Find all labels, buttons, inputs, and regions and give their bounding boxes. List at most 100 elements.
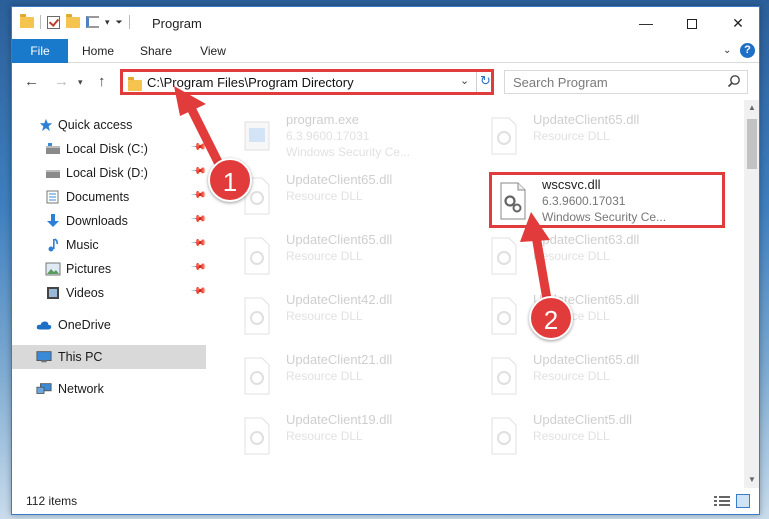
refresh-icon[interactable]: ↻ [480,73,491,89]
up-button[interactable]: ↑ [98,73,106,90]
file-version: Resource DLL [533,429,610,443]
file-version: Resource DLL [533,249,610,263]
sidebar-item-documents[interactable]: Documents 📌 [12,185,207,209]
new-folder-icon[interactable] [66,13,80,28]
pin-icon[interactable]: 📌 [190,259,207,276]
navigation-bar: ← → ▾ ↑ C:\Program Files\Program Directo… [12,64,759,100]
sidebar-item-label: Downloads [66,214,128,228]
dll-icon [244,417,270,455]
file-name: UpdateClient65.dll [533,352,640,367]
sidebar-item-pictures[interactable]: Pictures 📌 [12,257,207,281]
search-box[interactable] [504,70,748,94]
music-icon [48,238,59,252]
chevron-down-icon[interactable]: ▾ [105,17,110,28]
file-item[interactable]: UpdateClient65.dll Resource DLL [483,110,719,166]
file-item[interactable]: UpdateClient63.dll Resource DLL [483,230,719,286]
sidebar-item-onedrive[interactable]: OneDrive [12,313,206,337]
search-icon[interactable] [727,74,741,88]
sidebar-item-local-disk-c[interactable]: Local Disk (C:) 📌 [12,137,207,161]
file-item[interactable]: UpdateClient65.dll Resource DLL [236,170,472,226]
file-item[interactable]: UpdateClient65.dll Resource DLL [236,230,472,286]
sidebar-item-label: Quick access [58,118,133,132]
back-button[interactable]: ← [24,73,39,90]
cloud-icon [36,321,52,330]
file-item[interactable]: UpdateClient65.dll Resource DLL [483,350,719,406]
tab-home[interactable]: Home [78,39,118,63]
forward-button[interactable]: → [54,73,69,90]
file-name: program.exe [286,112,359,127]
sidebar-item-downloads[interactable]: Downloads 📌 [12,209,207,233]
maximize-button[interactable] [669,7,715,39]
sidebar-item-label: OneDrive [58,318,111,332]
sidebar-item-label: Music [66,238,99,252]
properties-check-icon[interactable] [47,15,60,29]
file-item[interactable]: UpdateClient5.dll Resource DLL [483,410,719,466]
documents-icon [46,190,59,204]
scroll-up-arrow[interactable]: ▲ [744,100,759,116]
file-name: UpdateClient65.dll [533,112,640,127]
help-icon[interactable]: ? [740,43,755,58]
toolbar-separator [40,15,41,29]
tiles-view-icon[interactable] [736,494,750,508]
properties-icon[interactable] [86,16,99,28]
search-input[interactable] [505,71,715,93]
sidebar-item-network[interactable]: Network [12,377,206,401]
file-description: Windows Security Ce... [286,145,411,159]
file-name: UpdateClient65.dll [286,232,393,247]
scroll-down-arrow[interactable]: ▼ [744,472,759,488]
file-item[interactable]: UpdateClient21.dll Resource DLL [236,350,472,406]
pin-icon[interactable]: 📌 [190,235,207,252]
sidebar-item-label: Network [58,382,104,396]
sidebar-item-label: Documents [66,190,130,204]
file-version: 6.3.9600.17031 [286,129,370,143]
chevron-down-icon[interactable]: ⌄ [460,74,469,87]
details-view-icon[interactable] [714,495,730,507]
network-icon [36,383,52,394]
address-path[interactable]: C:\Program Files\Program Directory [147,75,354,90]
expand-ribbon-icon[interactable]: ⌄ [723,45,731,56]
file-item[interactable]: UpdateClient42.dll Resource DLL [236,290,472,346]
pin-icon[interactable]: 📌 [190,187,207,204]
pin-icon[interactable]: 📌 [190,139,207,156]
address-separator [476,72,477,92]
scroll-thumb[interactable] [747,119,757,169]
folder-icon [128,77,142,91]
file-version: Resource DLL [286,189,363,203]
sidebar-item-label: Local Disk (C:) [66,142,148,156]
sidebar-item-quick-access[interactable]: Quick access [12,113,206,137]
pin-icon[interactable]: 📌 [190,283,207,300]
dll-icon [491,297,517,335]
file-item[interactable]: UpdateClient65.dll Resource DLL [483,290,719,346]
file-version: 6.3.9600.17031 [542,194,626,208]
file-description: Windows Security Ce... [542,210,667,224]
tab-share[interactable]: Share [136,39,176,63]
file-version: Resource DLL [533,369,610,383]
dll-icon [491,237,517,275]
pin-icon[interactable]: 📌 [190,163,207,180]
tab-view[interactable]: View [195,39,231,63]
file-item-program-exe[interactable]: program.exe 6.3.9600.17031 Windows Secur… [236,110,472,166]
close-button[interactable]: ✕ [715,7,759,39]
recent-locations-button[interactable]: ▾ [78,77,83,88]
dll-icon [244,237,270,275]
file-item-wscsvc-dll[interactable]: wscsvc.dll 6.3.9600.17031 Windows Securi… [489,172,725,228]
customize-toolbar-icon[interactable]: ⏷ [116,17,123,28]
sidebar-item-music[interactable]: Music 📌 [12,233,207,257]
ribbon: File Home Share View ⌄ ? [12,39,759,63]
toolbar-separator [128,15,130,29]
file-version: Resource DLL [533,129,610,143]
sidebar-item-local-disk-d[interactable]: Local Disk (D:) 📌 [12,161,207,185]
vertical-scrollbar[interactable]: ▲ ▼ [744,100,759,488]
tab-file[interactable]: File [12,39,68,63]
sidebar-item-videos[interactable]: Videos 📌 [12,281,207,305]
address-bar[interactable]: C:\Program Files\Program Directory ⌄ ↻ [120,69,494,95]
file-item[interactable]: UpdateClient19.dll Resource DLL [236,410,472,466]
pin-icon[interactable]: 📌 [190,211,207,228]
dll-icon [244,297,270,335]
minimize-button[interactable]: — [623,7,669,39]
exe-icon [244,121,270,151]
videos-icon [47,287,59,299]
file-name: UpdateClient42.dll [286,292,393,307]
window-title: Program [152,16,202,31]
sidebar-item-this-pc[interactable]: This PC [12,345,206,369]
